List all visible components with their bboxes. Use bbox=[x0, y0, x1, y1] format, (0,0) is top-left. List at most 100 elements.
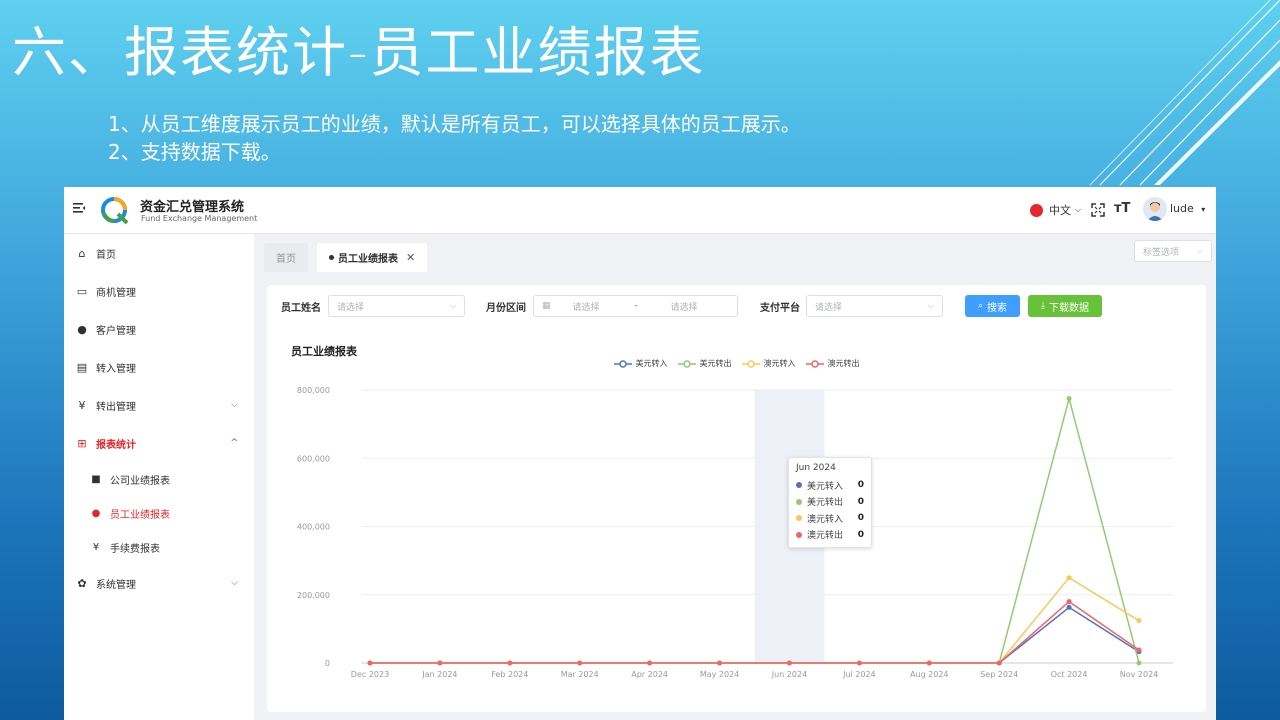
tooltip-value: 0 bbox=[857, 529, 864, 540]
month-start-input[interactable]: 请选择 bbox=[573, 300, 635, 313]
yen-icon: ¥ bbox=[92, 541, 100, 553]
data-point bbox=[856, 660, 862, 666]
chevron-down-icon: ⌵ bbox=[449, 301, 456, 310]
sidebar: ⌂ 首页 ▭ 商机管理 ● 客户管理 ▤ 转入管理 ¥ 转出管理 ⌵ ⊞ 报表统… bbox=[64, 234, 254, 720]
series-dot-icon bbox=[796, 482, 802, 489]
data-point bbox=[367, 660, 373, 666]
legend-label: 美元转入 bbox=[635, 359, 668, 368]
data-point bbox=[577, 660, 583, 666]
data-point bbox=[367, 660, 373, 666]
sidebar-item-system[interactable]: ✿ 系统管理 ⌵ bbox=[64, 564, 254, 602]
book-icon: ▭ bbox=[76, 284, 88, 298]
sidebar-subitem-company-report[interactable]: ■ 公司业绩报表 bbox=[64, 462, 254, 496]
data-point bbox=[996, 660, 1002, 666]
x-tick-label: Jan 2024 bbox=[421, 670, 457, 679]
legend-marker-icon bbox=[677, 359, 696, 368]
legend-item[interactable]: 澳元转出 bbox=[805, 358, 860, 369]
sidebar-item-reports[interactable]: ⊞ 报表统计 ^ bbox=[64, 424, 254, 462]
app-logo bbox=[101, 197, 129, 225]
download-button[interactable]: ⤓ 下载数据 bbox=[1028, 295, 1102, 317]
month-range-label: 月份区间 bbox=[486, 303, 526, 314]
menu-toggle-icon[interactable] bbox=[72, 201, 86, 215]
sidebar-subitem-employee-report[interactable]: ● 员工业绩报表 bbox=[64, 496, 254, 530]
tooltip-value: 0 bbox=[857, 480, 864, 491]
series-line bbox=[370, 600, 1140, 664]
close-icon[interactable]: ✕ bbox=[406, 251, 415, 264]
language-switcher[interactable]: 中文 ⌵ bbox=[1030, 202, 1081, 218]
sidebar-item-opportunities[interactable]: ▭ 商机管理 bbox=[64, 272, 254, 310]
chevron-down-icon: ⌵ bbox=[927, 301, 934, 310]
app-title: 资金汇兑管理系统 bbox=[140, 200, 245, 215]
data-point bbox=[577, 660, 583, 666]
series-line bbox=[370, 606, 1140, 664]
data-point bbox=[577, 660, 583, 666]
data-point bbox=[1066, 599, 1072, 605]
data-point bbox=[856, 660, 862, 666]
sidebar-item-transfer-out[interactable]: ¥ 转出管理 ⌵ bbox=[64, 386, 254, 424]
username[interactable]: lude ▾ bbox=[1170, 202, 1205, 215]
legend-item[interactable]: 澳元转入 bbox=[741, 358, 796, 369]
data-point bbox=[367, 660, 373, 666]
employee-select[interactable]: 请选择 ⌵ bbox=[328, 295, 465, 317]
data-point bbox=[437, 660, 443, 666]
employee-name-label: 员工姓名 bbox=[281, 303, 321, 314]
x-tick-label: Apr 2024 bbox=[631, 670, 668, 679]
y-tick-label: 600,000 bbox=[297, 454, 330, 463]
sidebar-item-label: 客户管理 bbox=[96, 325, 136, 337]
data-point bbox=[926, 660, 932, 666]
tab-label: 首页 bbox=[276, 254, 296, 265]
legend-item[interactable]: 美元转出 bbox=[677, 358, 732, 369]
data-point bbox=[926, 660, 932, 666]
x-tick-label: Sep 2024 bbox=[980, 670, 1018, 679]
chevron-down-icon: ⌵ bbox=[1075, 205, 1082, 214]
x-tick-label: Oct 2024 bbox=[1051, 670, 1088, 679]
tab-employee-report[interactable]: 员工业绩报表 ✕ bbox=[317, 243, 428, 272]
caret-down-icon: ▾ bbox=[1201, 205, 1206, 214]
x-tick-label: Nov 2024 bbox=[1120, 670, 1159, 679]
series-dot-icon bbox=[796, 515, 802, 522]
tab-label: 员工业绩报表 bbox=[338, 254, 398, 265]
sidebar-subitem-label: 公司业绩报表 bbox=[110, 475, 170, 487]
slide-points: 1、从员工维度展示员工的业绩，默认是所有员工，可以选择具体的员工展示。 2、支持… bbox=[108, 110, 801, 166]
data-point bbox=[437, 660, 443, 666]
tooltip-series-label: 美元转出 bbox=[807, 498, 844, 509]
data-point bbox=[717, 660, 723, 666]
sidebar-item-customers[interactable]: ● 客户管理 bbox=[64, 310, 254, 348]
tag-options-select[interactable]: 标签选项 ⌵ bbox=[1134, 240, 1212, 262]
language-label: 中文 bbox=[1049, 204, 1071, 217]
data-point bbox=[926, 660, 932, 666]
data-point bbox=[507, 660, 513, 666]
tab-home[interactable]: 首页 bbox=[264, 243, 308, 272]
fullscreen-icon[interactable] bbox=[1091, 203, 1105, 217]
data-point bbox=[507, 660, 513, 666]
sidebar-item-transfer-in[interactable]: ▤ 转入管理 bbox=[64, 348, 254, 386]
sidebar-subitem-fee-report[interactable]: ¥ 手续费报表 bbox=[64, 530, 254, 564]
line-chart: 800,000 600,000 400,000 200,000 0 Dec 2023 Jan… bbox=[297, 386, 1173, 679]
slide-point-1: 1、从员工维度展示员工的业绩，默认是所有员工，可以选择具体的员工展示。 bbox=[108, 112, 801, 136]
platform-select[interactable]: 请选择 ⌵ bbox=[806, 295, 943, 317]
legend-label: 澳元转入 bbox=[763, 359, 796, 368]
data-point bbox=[367, 660, 373, 666]
data-point bbox=[1066, 575, 1072, 581]
x-tick-label: Dec 2023 bbox=[351, 670, 389, 679]
data-point bbox=[786, 660, 792, 666]
decorative-lines bbox=[1089, 0, 1280, 186]
sidebar-item-label: 首页 bbox=[96, 249, 116, 261]
sidebar-item-home[interactable]: ⌂ 首页 bbox=[64, 234, 254, 272]
data-point bbox=[647, 660, 653, 666]
month-end-input[interactable]: 请选择 bbox=[671, 300, 698, 313]
user-icon: ● bbox=[91, 507, 101, 519]
calendar-icon: ▦ bbox=[542, 301, 551, 311]
data-point bbox=[996, 660, 1002, 666]
legend-item[interactable]: 美元转入 bbox=[613, 358, 668, 369]
data-point bbox=[1136, 647, 1142, 653]
legend-marker-icon bbox=[613, 359, 632, 368]
chart-title: 员工业绩报表 bbox=[291, 345, 357, 358]
avatar[interactable] bbox=[1143, 197, 1167, 221]
month-range-picker[interactable]: ▦ 请选择 - 请选择 bbox=[533, 295, 738, 317]
x-tick-label: Mar 2024 bbox=[561, 670, 599, 679]
search-button[interactable]: ⌕ 搜索 bbox=[965, 295, 1020, 317]
font-size-icon[interactable]: ᴛT bbox=[1114, 201, 1130, 216]
legend-label: 澳元转出 bbox=[827, 359, 860, 368]
tag-options-placeholder: 标签选项 bbox=[1143, 247, 1180, 258]
